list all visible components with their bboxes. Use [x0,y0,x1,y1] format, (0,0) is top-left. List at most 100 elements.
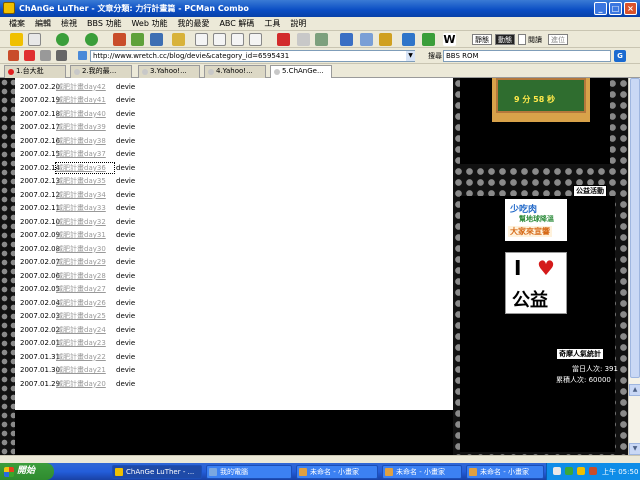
archive-title-link[interactable]: 減肥計畫day27 [56,284,114,294]
menu-favorites[interactable]: 我的最愛 [172,18,214,29]
save-icon[interactable] [56,50,67,61]
archive-title-link[interactable]: 減肥計畫day30 [56,244,114,254]
read-checkbox[interactable] [518,34,526,45]
archive-title-link[interactable]: 減肥計畫day41 [56,95,114,105]
archive-title-link[interactable]: 減肥計畫day29 [56,257,114,267]
archive-title-link[interactable]: 減肥計畫day37 [56,149,114,159]
archive-title-link[interactable]: 減肥計畫day22 [56,352,114,362]
charity-line-3: 大家來宣響 [508,226,552,237]
static-button[interactable]: 靜態 [472,34,492,45]
archive-title-link[interactable]: 減肥計畫day26 [56,298,114,308]
heart-icon: ♥ [537,256,555,280]
task-pcman[interactable]: ChAnGe LuTher - ... [112,465,202,479]
archive-title-link[interactable]: 減肥計畫day35 [56,176,114,186]
new-page-icon[interactable] [28,33,41,46]
start-button[interactable]: 開始 [0,463,54,480]
paste-ansi-icon[interactable] [249,33,262,46]
plugin-icon[interactable] [422,33,435,46]
new-connection-icon[interactable] [10,33,23,46]
home-icon[interactable] [8,50,19,61]
search-go-icon[interactable]: G [614,50,626,62]
scrollbar-thumb[interactable] [630,78,640,378]
archive-row: 2007.01.30 減肥計畫day21 devie [20,364,220,378]
archive-title-link[interactable]: 減肥計畫day39 [56,122,114,132]
tab-2[interactable]: 2.我的最... [70,65,132,78]
screen-icon[interactable] [340,33,353,46]
task-label: 未命名 - 小畫家 [396,468,445,476]
page-content: 2007.02.20 減肥計畫day42 devie 2007.02.19 減肥計畫da… [0,78,628,455]
volume-icon[interactable] [577,467,585,475]
archive-title-link[interactable]: 減肥計畫day38 [56,136,114,146]
tab-3[interactable]: 3.Yahoo!... [138,65,200,78]
archive-title-link[interactable]: 減肥計畫day31 [56,230,114,240]
copy-ansi-icon[interactable] [231,33,244,46]
tab-label: 3.Yahoo!... [150,67,187,75]
network-icon[interactable] [553,467,561,475]
address-input[interactable]: http://www.wretch.cc/blog/devie&category… [90,50,415,62]
font-icon[interactable] [277,33,290,46]
archive-title-link[interactable]: 減肥計畫day40 [56,109,114,119]
archive-title-link[interactable]: 減肥計畫day32 [56,217,114,227]
scroll-down-arrow-icon[interactable]: ▼ [629,443,640,455]
menu-edit[interactable]: 編輯 [30,18,56,29]
advance-button[interactable]: 進位 [548,34,568,45]
reconnect-icon[interactable] [131,33,144,46]
archive-title-link[interactable]: 減肥計畫day23 [56,338,114,348]
tab-4[interactable]: 4.Yahoo!... [204,65,266,78]
color-icon[interactable] [315,33,328,46]
tools-icon[interactable] [24,50,35,61]
lock-icon[interactable] [379,33,392,46]
tab-1[interactable]: 1.台大批 [4,65,66,78]
menu-file[interactable]: 檔案 [4,18,30,29]
menu-view[interactable]: 檢視 [56,18,82,29]
wikipedia-icon[interactable]: W [443,33,456,46]
antiidle-icon[interactable] [172,33,185,46]
close-button[interactable]: × [624,2,637,15]
print-icon[interactable] [40,50,51,61]
archive-title-link[interactable]: 減肥計畫day20 [56,379,114,389]
disconnect-icon[interactable] [113,33,126,46]
image-icon[interactable] [360,33,373,46]
maximize-button[interactable]: □ [609,2,622,15]
stop-icon[interactable] [150,33,163,46]
settings-icon[interactable] [297,33,310,46]
charity-banner[interactable]: 少吃肉 幫地球降溫 大家來宣響 [505,199,567,241]
archive-title-link[interactable]: 減肥計畫day33 [56,203,114,213]
archive-date: 2007.02.08 [20,244,61,253]
i-love-charity-banner[interactable]: I ♥ 公益 [505,252,567,314]
menu-web[interactable]: Web 功能 [126,18,172,29]
task-my-computer[interactable]: 我的電腦 [206,465,292,479]
archive-title-link[interactable]: 減肥計畫day28 [56,271,114,281]
scroll-up-arrow-icon[interactable]: ▲ [629,384,640,396]
vertical-scrollbar[interactable]: ▲ ▼ [628,78,640,455]
archive-title-link[interactable]: 減肥計畫day21 [56,365,114,375]
back-arrow-icon[interactable] [56,33,69,46]
archive-row: 2007.02.18 減肥計畫day40 devie [20,107,220,121]
address-book-icon[interactable] [402,33,415,46]
ime-icon[interactable] [589,467,597,475]
task-paint-3[interactable]: 未命名 - 小畫家 [466,465,544,479]
antivirus-icon[interactable] [565,467,573,475]
minimize-button[interactable]: _ [594,2,607,15]
menu-tools[interactable]: 工具 [259,18,285,29]
archive-title-link[interactable]: 減肥計畫day25 [56,311,114,321]
archive-date: 2007.02.07 [20,258,61,267]
archive-title-link[interactable]: 減肥計畫day34 [56,190,114,200]
paste-icon[interactable] [213,33,226,46]
task-paint-2[interactable]: 未命名 - 小畫家 [382,465,462,479]
copy-icon[interactable] [195,33,208,46]
archive-title-link[interactable]: 減肥計畫day42 [56,82,114,92]
forward-arrow-icon[interactable] [85,33,98,46]
tab-5-active[interactable]: 5.ChAnGe... [270,65,332,78]
archive-title-link[interactable]: 減肥計畫day24 [56,325,114,335]
task-label: ChAnGe LuTher - ... [126,468,195,476]
task-paint-1[interactable]: 未命名 - 小畫家 [296,465,378,479]
dynamic-button[interactable]: 動態 [495,34,515,45]
archive-title-link[interactable]: 減肥計畫day36 [55,161,115,174]
address-dropdown-icon[interactable]: ▼ [406,51,415,61]
menu-help[interactable]: 說明 [285,18,311,29]
tab-label: 1.台大批 [16,67,44,75]
menu-bbs[interactable]: BBS 功能 [82,18,126,29]
search-input[interactable]: BBS ROM [443,50,611,62]
menu-abc-decode[interactable]: ABC 解碼 [214,18,259,29]
